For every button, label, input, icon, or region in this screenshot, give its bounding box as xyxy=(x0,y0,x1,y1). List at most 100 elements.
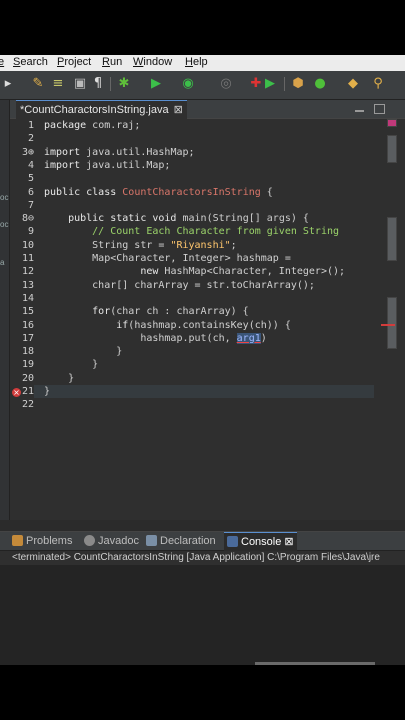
block-icon[interactable]: ▣ xyxy=(72,76,88,92)
stop-icon[interactable]: ◎ xyxy=(218,76,234,92)
code-line[interactable]: public static void main(String[] args) { xyxy=(44,212,309,225)
scroll-thumb[interactable] xyxy=(387,135,397,163)
code-token: String str = xyxy=(44,239,171,251)
paragraph-icon[interactable]: ¶ xyxy=(90,76,106,92)
line-number: 15 xyxy=(21,306,34,318)
horizontal-scrollbar[interactable] xyxy=(255,662,375,665)
arrow-icon[interactable]: ▸ xyxy=(0,76,16,92)
code-token: char[] charArray = str.toCharArray(); xyxy=(44,279,315,291)
menu-search[interactable]: Search xyxy=(13,56,48,68)
code-line[interactable]: } xyxy=(44,358,98,371)
line-number: 14 xyxy=(21,292,34,304)
run-last-icon[interactable]: ▶ xyxy=(262,76,278,92)
menu-run[interactable]: Run xyxy=(102,56,122,68)
line-number: 11 xyxy=(21,253,34,264)
maximize-icon[interactable] xyxy=(374,104,385,114)
eclipse-window: e Search Project Run Window Help ▸ ✎ ≡ ▣… xyxy=(0,55,405,665)
menu-help[interactable]: Help xyxy=(185,56,208,68)
vertical-scrollbar[interactable] xyxy=(381,119,397,499)
code-line[interactable]: } xyxy=(44,385,50,398)
coverage-icon[interactable]: ◉ xyxy=(180,76,196,92)
scroll-thumb[interactable] xyxy=(387,217,397,261)
code-line[interactable]: import java.util.Map; xyxy=(44,159,170,172)
code-token: if xyxy=(44,319,129,331)
strip-label: a xyxy=(0,258,5,267)
code-line[interactable]: // Count Each Character from given Strin… xyxy=(44,225,339,238)
overview-marker[interactable] xyxy=(387,119,397,127)
line-number: 13 xyxy=(21,279,34,291)
scroll-thumb[interactable] xyxy=(387,297,397,349)
tab-label: Declaration xyxy=(160,535,216,547)
code-line[interactable]: } xyxy=(44,345,122,358)
package-explorer-collapsed: oc oc a xyxy=(0,100,10,520)
code-line[interactable]: for(char ch : charArray) { xyxy=(44,305,249,318)
console-status-text: <terminated> CountCharactorsInString [Ja… xyxy=(12,552,380,563)
code-token: package xyxy=(44,120,93,131)
line-number: 7 xyxy=(27,199,34,211)
code-token: java.util.Map; xyxy=(86,159,171,171)
code-token: } xyxy=(44,386,51,397)
declaration-icon xyxy=(146,535,157,546)
minimize-icon[interactable] xyxy=(355,110,364,113)
editor-tab-bar: *CountCharactorsInString.java ⊠ xyxy=(10,100,405,119)
menu-window[interactable]: Window xyxy=(133,56,172,68)
search-icon[interactable]: ⚲ xyxy=(370,76,386,92)
code-line[interactable]: Map<Character, Integer> hashmap = xyxy=(44,252,291,265)
tab-problems[interactable]: Problems xyxy=(12,532,72,550)
tab-javadoc[interactable]: Javadoc xyxy=(84,532,139,550)
line-number: 4 xyxy=(27,159,34,171)
tab-label: Console xyxy=(241,536,282,548)
javadoc-icon xyxy=(84,535,95,546)
code-line[interactable]: String str = "Riyanshi"; xyxy=(44,239,237,252)
code-line[interactable]: import java.util.HashMap; xyxy=(44,146,195,159)
code-token: import xyxy=(44,159,87,171)
code-line[interactable]: package com.raj; xyxy=(44,119,140,132)
menu-edit[interactable]: e xyxy=(0,56,4,68)
close-icon[interactable]: ⊠ xyxy=(284,536,293,548)
line-number: 19 xyxy=(21,359,34,371)
close-icon[interactable]: ⊠ xyxy=(174,104,183,116)
line-number: 18 xyxy=(21,346,34,358)
console-output[interactable] xyxy=(0,565,405,665)
code-line[interactable]: new HashMap<Character, Integer>(); xyxy=(44,265,345,278)
code-token: HashMap<Character, Integer>(); xyxy=(164,266,346,278)
code-token: { xyxy=(260,186,273,198)
bug-icon[interactable]: ✱ xyxy=(116,76,132,92)
editor-tab[interactable]: *CountCharactorsInString.java ⊠ xyxy=(16,100,187,119)
code-token: } xyxy=(44,346,123,358)
line-number: 6 xyxy=(27,186,34,198)
menu-bar: e Search Project Run Window Help xyxy=(0,55,405,71)
line-number: 20 xyxy=(21,372,34,384)
problems-icon xyxy=(12,535,23,546)
code-token: args xyxy=(266,213,291,225)
error-overview-marker[interactable] xyxy=(381,324,395,326)
editor-tab-title: *CountCharactorsInString.java xyxy=(20,104,169,116)
code-editor: *CountCharactorsInString.java ⊠ × 1 2 3⊕ 4 5 6… xyxy=(10,100,405,520)
tab-declaration[interactable]: Declaration xyxy=(146,532,216,550)
console-status: <terminated> CountCharactorsInString [Ja… xyxy=(0,551,405,565)
open-type-icon[interactable]: ◆ xyxy=(345,76,361,92)
code-token: ; xyxy=(230,239,237,251)
tab-console[interactable]: Console ⊠ xyxy=(224,532,297,551)
strip-label: oc xyxy=(0,220,9,229)
code-token: hashmap.put(ch, xyxy=(44,332,237,344)
code-line[interactable]: public class CountCharactorsInString { xyxy=(44,186,273,199)
code-token: java.util.HashMap; xyxy=(86,146,195,158)
code-text[interactable]: package com.raj; import java.util.HashMap… xyxy=(44,119,384,519)
line-number: 16 xyxy=(21,319,34,331)
new-class-icon[interactable]: ● xyxy=(312,76,328,92)
line-number: 5 xyxy=(27,173,34,185)
format-icon[interactable]: ≡ xyxy=(50,76,66,92)
run-icon[interactable]: ▶ xyxy=(148,76,164,92)
code-line[interactable]: char[] charArray = str.toCharArray(); xyxy=(44,279,315,292)
pencil-icon[interactable]: ✎ xyxy=(30,76,46,92)
menu-project[interactable]: Project xyxy=(57,56,91,68)
code-line[interactable]: hashmap.put(ch, arg1) xyxy=(44,332,267,345)
bottom-tab-bar: Problems Javadoc Declaration Console ⊠ xyxy=(0,532,405,551)
code-line[interactable]: } xyxy=(44,372,74,385)
line-number: 12 xyxy=(21,266,34,278)
line-number-gutter: 1 2 3⊕ 4 5 6 7 8⊖ 9 10 11 12 13 14 15 16 17 18 19 20 21 22 xyxy=(10,119,34,519)
new-package-icon[interactable]: ⬢ xyxy=(290,76,306,92)
line-number: 2 xyxy=(27,133,34,145)
code-line[interactable]: if(hashmap.containsKey(ch)) { xyxy=(44,319,291,332)
